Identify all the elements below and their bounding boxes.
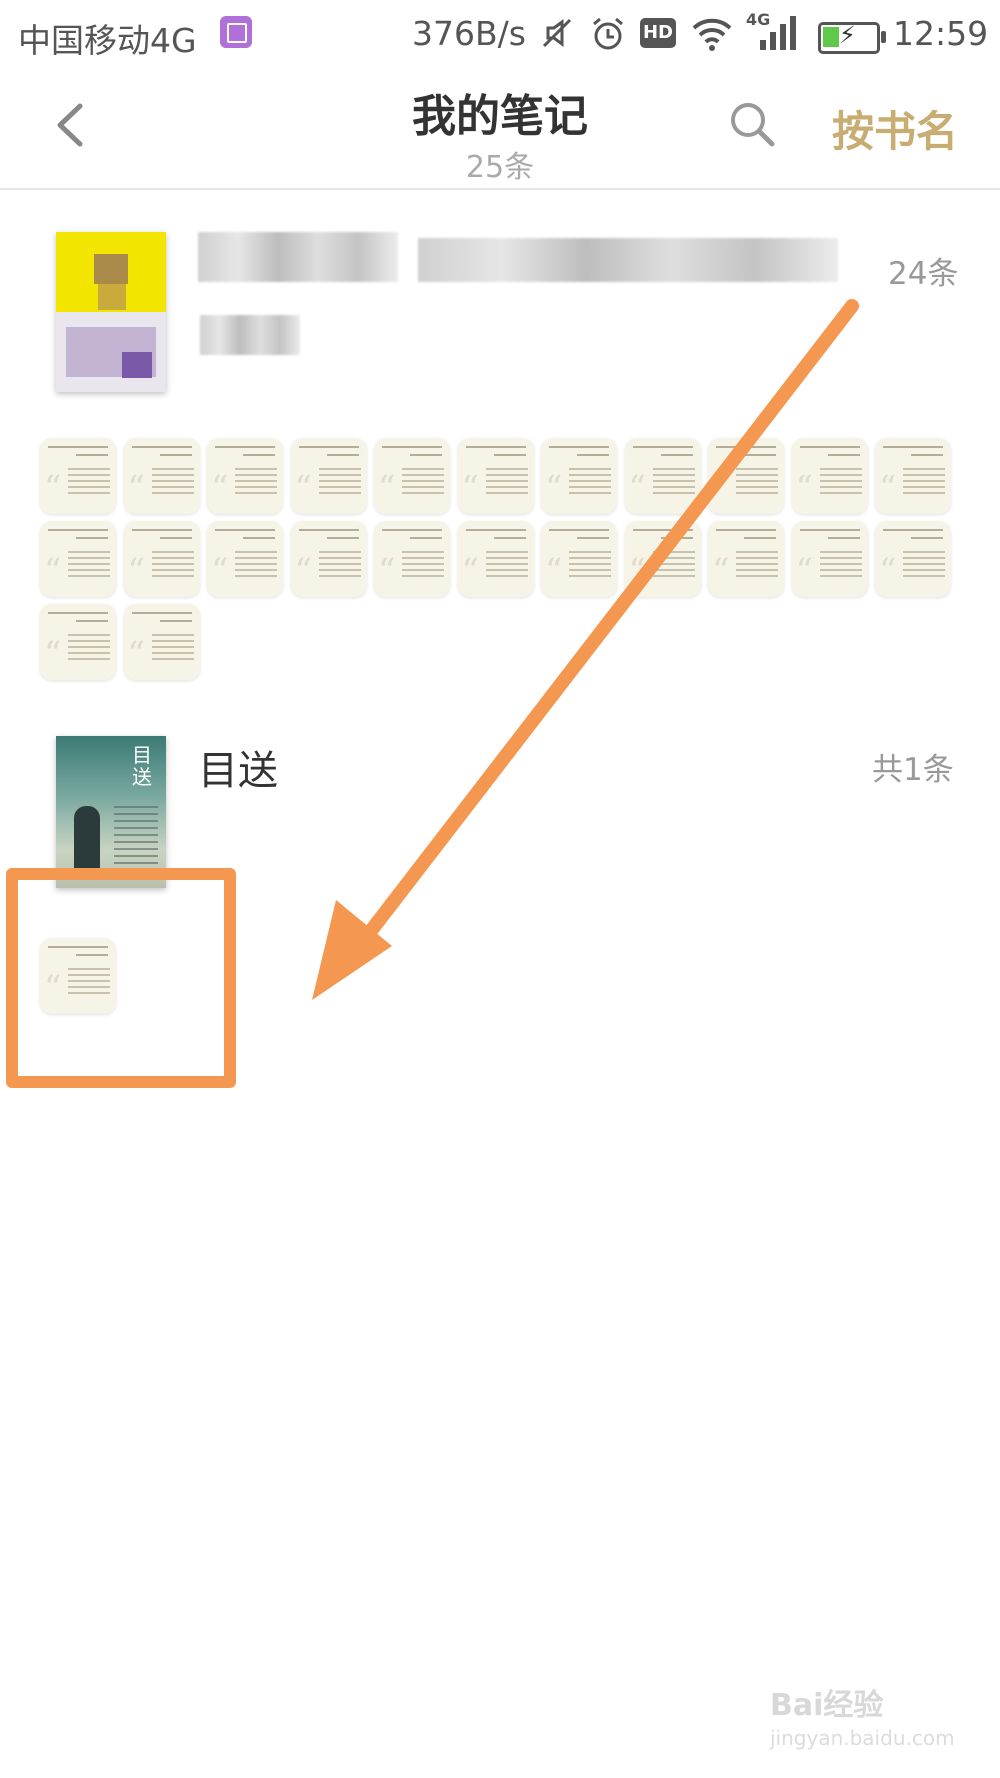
note-card[interactable]: “ [123, 438, 200, 514]
search-icon[interactable] [728, 100, 776, 148]
signal-icon [758, 14, 802, 60]
image-icon [220, 16, 252, 48]
note-card[interactable]: “ [457, 521, 534, 597]
note-card[interactable]: “ [624, 521, 701, 597]
note-card[interactable]: “ [40, 438, 116, 514]
quote-mark-icon: “ [44, 634, 62, 674]
quote-mark-icon: “ [378, 551, 396, 591]
note-card[interactable]: “ [541, 438, 617, 514]
battery-icon: ⚡ [818, 21, 886, 54]
hd-icon: HD [640, 18, 676, 48]
watermark-logo: Bai经验 [770, 1688, 884, 1723]
quote-mark-icon: “ [294, 551, 312, 591]
book-2-title[interactable]: 目送 [198, 738, 278, 796]
quote-mark-icon: “ [211, 468, 229, 508]
quote-mark-icon: “ [127, 634, 145, 674]
quote-mark-icon: “ [628, 468, 646, 508]
network-speed: 376B/s [412, 14, 526, 53]
note-card[interactable]: “ [374, 438, 450, 514]
note-card[interactable]: “ [457, 438, 534, 514]
quote-mark-icon: “ [545, 468, 563, 508]
quote-mark-icon: “ [44, 551, 62, 591]
carrier-label: 中国移动4G [18, 21, 197, 60]
quote-mark-icon: “ [378, 468, 396, 508]
note-card[interactable]: “ [207, 438, 283, 514]
note-card[interactable]: “ [374, 521, 450, 597]
quote-mark-icon: “ [294, 468, 312, 508]
quote-mark-icon: “ [44, 468, 62, 508]
quote-mark-icon: “ [127, 468, 145, 508]
sort-by-title-button[interactable]: 按书名 [832, 98, 958, 159]
book-1-note-count: 24条 [888, 256, 959, 292]
book-2-note-count: 共1条 [872, 752, 954, 788]
note-card[interactable]: “ [708, 521, 784, 597]
quote-mark-icon: “ [712, 468, 730, 508]
mute-icon [540, 16, 574, 58]
note-card[interactable]: “ [541, 521, 617, 597]
quote-mark-icon: “ [795, 468, 813, 508]
quote-mark-icon: “ [628, 551, 646, 591]
app-header: 我的笔记 25条 按书名 [0, 70, 1000, 190]
note-card[interactable]: “ [290, 521, 367, 597]
note-card[interactable]: “ [40, 604, 116, 680]
quote-mark-icon: “ [127, 551, 145, 591]
book-title-obscured-2 [418, 238, 838, 282]
status-bar: 中国移动4G 376B/s HD 4G ⚡ 12:59 [0, 0, 1000, 70]
quote-mark-icon: “ [795, 551, 813, 591]
quote-mark-icon: “ [461, 468, 479, 508]
note-card[interactable]: “ [791, 521, 868, 597]
quote-mark-icon: “ [879, 551, 897, 591]
note-card[interactable]: “ [875, 521, 951, 597]
quote-mark-icon: “ [545, 551, 563, 591]
watermark-url: jingyan.baidu.com [770, 1726, 955, 1750]
clock: 12:59 [893, 14, 989, 53]
quote-mark-icon: “ [712, 551, 730, 591]
note-card[interactable]: “ [624, 438, 701, 514]
note-card[interactable]: “ [875, 438, 951, 514]
annotation-highlight-box [6, 868, 236, 1088]
wifi-icon [690, 16, 734, 60]
note-card[interactable]: “ [290, 438, 367, 514]
book-cover-2[interactable]: 目送 [56, 736, 166, 888]
quote-mark-icon: “ [211, 551, 229, 591]
note-card[interactable]: “ [40, 521, 116, 597]
note-card[interactable]: “ [123, 521, 200, 597]
book-cover-1[interactable] [56, 232, 166, 392]
quote-mark-icon: “ [461, 551, 479, 591]
quote-mark-icon: “ [879, 468, 897, 508]
book-author-obscured [200, 315, 300, 355]
note-card[interactable]: “ [708, 438, 784, 514]
book-title-obscured[interactable] [198, 232, 398, 282]
note-card[interactable]: “ [123, 604, 200, 680]
note-card[interactable]: “ [791, 438, 868, 514]
alarm-icon [590, 16, 626, 60]
note-card[interactable]: “ [207, 521, 283, 597]
